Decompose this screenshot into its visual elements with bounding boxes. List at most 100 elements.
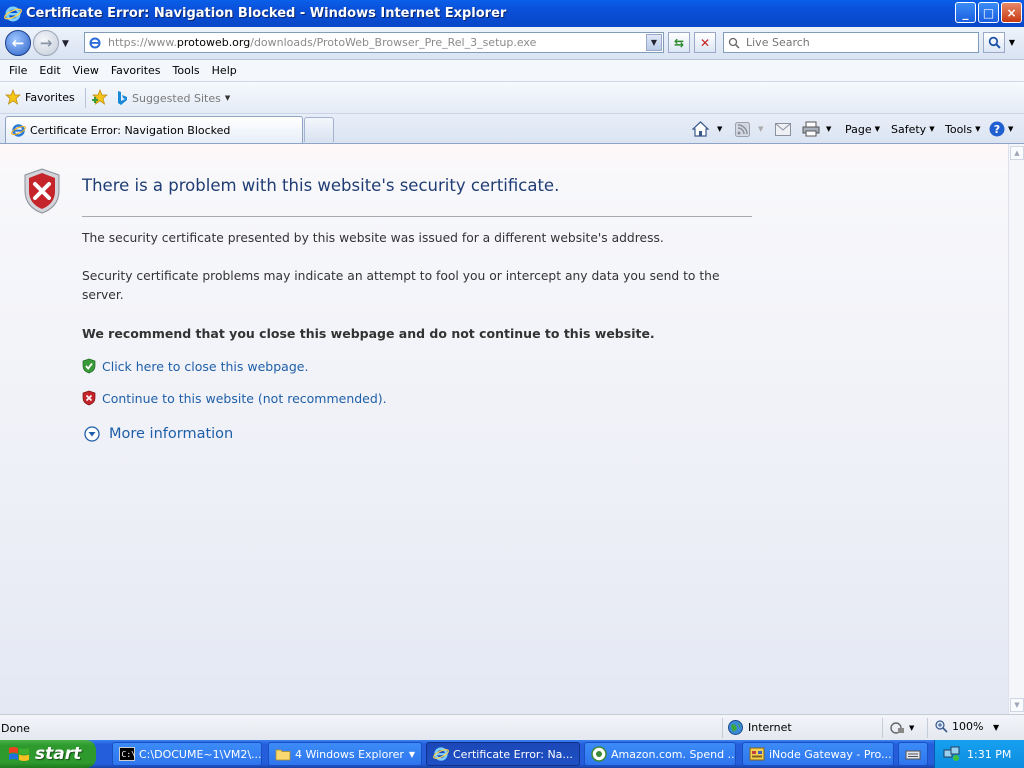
status-divider <box>927 718 928 738</box>
favorites-bar: Favorites Suggested Sites ▼ <box>0 82 1024 114</box>
title-bar: Certificate Error: Navigation Blocked - … <box>0 0 1024 27</box>
read-mail-button[interactable] <box>775 118 791 140</box>
close-webpage-label[interactable]: Click here to close this webpage. <box>102 359 308 374</box>
security-zone[interactable]: Internet <box>728 720 792 735</box>
forward-button[interactable]: → <box>33 30 59 56</box>
continue-to-website-link[interactable]: Continue to this website (not recommende… <box>82 390 387 406</box>
keyboard-icon <box>905 750 921 760</box>
address-bar[interactable]: https://www.protoweb.org/downloads/Proto… <box>84 32 664 53</box>
taskbar-item-label: 4 Windows Explorer <box>295 747 404 761</box>
add-to-favorites-bar-button[interactable] <box>91 89 109 108</box>
help-menu-button[interactable]: ? ▼ <box>989 118 1013 140</box>
zoom-level-button[interactable]: 100% <box>935 720 983 733</box>
zoom-dropdown-icon[interactable]: ▼ <box>993 723 999 732</box>
back-arrow-icon: ← <box>11 34 25 52</box>
taskbar-item-inode-gateway[interactable]: iNode Gateway - Pro... <box>742 742 894 766</box>
close-webpage-link[interactable]: Click here to close this webpage. <box>82 358 308 374</box>
maximize-button[interactable]: □ <box>978 2 999 23</box>
continue-label[interactable]: Continue to this website (not recommende… <box>102 391 387 406</box>
taskbar-item-label: C:\DOCUME~1\VM2\... <box>139 747 262 761</box>
menu-favorites[interactable]: Favorites <box>111 64 161 77</box>
svg-text:?: ? <box>994 123 1000 136</box>
menu-help[interactable]: Help <box>212 64 237 77</box>
minimize-button[interactable]: _ <box>955 2 976 23</box>
search-box[interactable] <box>723 32 979 53</box>
ie-logo-icon <box>433 747 449 761</box>
back-button[interactable]: ← <box>5 30 31 56</box>
start-button[interactable]: start <box>0 740 96 768</box>
safety-menu-button[interactable]: Safety ▼ <box>891 118 935 140</box>
menu-edit[interactable]: Edit <box>39 64 60 77</box>
chevron-down-icon: ▼ <box>1008 125 1014 133</box>
star-icon <box>5 89 21 105</box>
command-prompt-icon: C:\ <box>119 747 136 761</box>
bing-icon <box>118 91 127 105</box>
tools-menu-button[interactable]: Tools ▼ <box>945 118 981 140</box>
recent-pages-dropdown[interactable]: ▼ <box>62 39 69 49</box>
tab-label: Certificate Error: Navigation Blocked <box>30 123 231 137</box>
tab-certificate-error[interactable]: Certificate Error: Navigation Blocked <box>5 116 303 143</box>
network-tray-icon[interactable] <box>943 746 961 762</box>
menu-view[interactable]: View <box>73 64 99 77</box>
search-input[interactable] <box>744 35 964 50</box>
chevron-down-icon: ▼ <box>929 125 935 133</box>
windows-logo-icon <box>9 747 29 761</box>
print-button[interactable]: ▼ <box>802 118 831 140</box>
favorites-separator <box>85 88 86 108</box>
feeds-dropdown-icon[interactable]: ▼ <box>758 125 763 133</box>
folder-icon <box>275 749 291 761</box>
address-url[interactable]: https://www.protoweb.org/downloads/Proto… <box>108 36 536 49</box>
chevron-down-circle-icon <box>84 426 100 442</box>
scroll-down-button[interactable]: ▼ <box>1010 698 1024 712</box>
quick-launch-keyboard[interactable] <box>898 742 928 766</box>
taskbar-item-cmd[interactable]: C:\ C:\DOCUME~1\VM2\... <box>112 742 262 766</box>
svg-text:C:\: C:\ <box>122 750 136 759</box>
menu-tools[interactable]: Tools <box>173 64 200 77</box>
protected-mode-icon <box>890 722 904 734</box>
stop-button[interactable]: ✕ <box>694 32 716 53</box>
favorites-button[interactable]: Favorites <box>5 89 75 105</box>
status-divider <box>882 718 883 738</box>
globe-icon <box>728 720 743 735</box>
menu-bar: File Edit View Favorites Tools Help <box>0 60 1024 82</box>
close-window-button[interactable]: × <box>1001 2 1022 23</box>
refresh-icon: ⇆ <box>673 35 685 50</box>
recommendation-text: We recommend that you close this webpage… <box>82 326 655 341</box>
more-information-label[interactable]: More information <box>109 426 233 442</box>
menu-file[interactable]: File <box>9 64 27 77</box>
search-options-dropdown[interactable]: ▼ <box>1006 32 1018 53</box>
home-icon <box>692 121 709 137</box>
help-icon: ? <box>989 121 1005 137</box>
chevron-down-icon: ▼ <box>408 749 415 759</box>
taskbar-item-explorer[interactable]: 4 Windows Explorer ▼ <box>268 742 422 766</box>
taskbar-item-label: Certificate Error: Na... <box>453 747 573 761</box>
search-button[interactable] <box>983 32 1005 53</box>
print-dropdown-icon[interactable]: ▼ <box>826 125 831 133</box>
taskbar: start C:\ C:\DOCUME~1\VM2\... 4 Windows … <box>0 740 1024 768</box>
search-icon <box>728 37 740 49</box>
taskbar-item-certificate-error[interactable]: Certificate Error: Na... <box>426 742 580 766</box>
suggested-sites-button[interactable]: Suggested Sites ▼ <box>116 90 230 106</box>
taskbar-item-amazon[interactable]: Amazon.com. Spend ... <box>584 742 736 766</box>
address-dropdown-button[interactable]: ▼ <box>646 34 662 51</box>
home-button[interactable]: ▼ <box>692 118 722 140</box>
protected-mode-button[interactable]: ▼ <box>890 721 914 735</box>
divider <box>82 216 752 217</box>
new-tab-button[interactable] <box>304 117 334 142</box>
more-information-toggle[interactable]: More information <box>84 426 233 442</box>
error-shield-small-icon <box>82 390 96 406</box>
ie-logo-icon <box>4 6 22 21</box>
clock[interactable]: 1:31 PM <box>967 748 1011 761</box>
taskbar-item-label: iNode Gateway - Pro... <box>769 747 892 761</box>
page-menu-button[interactable]: Page ▼ <box>845 118 880 140</box>
refresh-button[interactable]: ⇆ <box>668 32 690 53</box>
vertical-scrollbar[interactable]: ▲ ▼ <box>1008 144 1024 714</box>
home-dropdown-icon[interactable]: ▼ <box>717 125 722 133</box>
favorites-label: Favorites <box>25 90 75 104</box>
feeds-button[interactable]: ▼ <box>735 118 763 140</box>
error-shield-icon <box>24 168 60 214</box>
chevron-down-icon: ▼ <box>224 94 231 102</box>
browser-app-icon <box>591 746 607 762</box>
zoom-icon <box>935 720 948 733</box>
scroll-up-button[interactable]: ▲ <box>1010 146 1024 160</box>
